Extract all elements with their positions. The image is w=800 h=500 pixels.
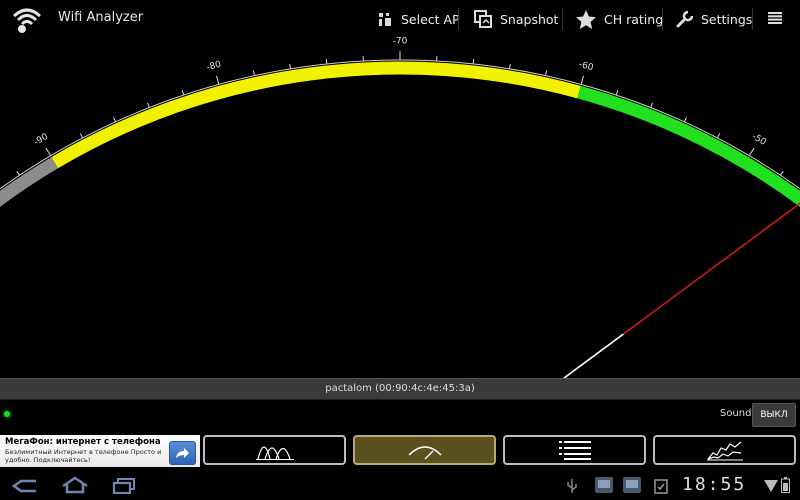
gauge-minor-tick <box>509 63 511 69</box>
gauge-tick-label: -60 <box>578 60 595 74</box>
channel-graph-icon <box>255 446 294 460</box>
tab-ap-list[interactable] <box>503 435 646 465</box>
ch-rating-label: CH rating <box>604 11 664 27</box>
gauge-minor-tick <box>325 58 328 64</box>
network-info-bar: pactalom (00:90:4c:4e:45:3a) <box>0 378 800 400</box>
star-icon <box>576 9 596 29</box>
ssid-label: pactalom (00:90:4c:4e:45:3a) <box>325 383 475 394</box>
divider <box>458 8 459 30</box>
battery-icon <box>781 477 790 493</box>
needle-tail <box>563 333 624 378</box>
share-arrow-icon <box>176 448 189 458</box>
ad-title: МегаФон: интернет с телефона <box>5 437 161 447</box>
gauge-zone-1 <box>51 61 581 169</box>
select-ap-icon <box>379 13 391 26</box>
gauge-minor-tick <box>289 63 291 69</box>
signal-meter-icon <box>408 446 441 460</box>
needle <box>622 202 800 335</box>
gauge-minor-tick <box>716 133 721 139</box>
tab-channel-graph[interactable] <box>203 435 346 465</box>
gauge-minor-tick <box>113 117 117 123</box>
divider <box>562 8 563 30</box>
clock: 18:55 <box>682 474 747 495</box>
gauge-tick-label: -80 <box>206 60 223 74</box>
snapshot-label: Snapshot <box>500 11 559 27</box>
gauge-minor-tick <box>779 170 784 176</box>
app-title: Wifi Analyzer <box>58 10 144 25</box>
recent-apps-icon[interactable] <box>112 478 136 494</box>
gauge-minor-tick <box>79 133 84 139</box>
notification-app-icon <box>595 477 613 493</box>
gauge-outer-arc <box>0 59 800 190</box>
sound-toggle-button[interactable]: ВЫКЛ <box>752 403 796 427</box>
settings-label: Settings <box>701 11 753 27</box>
tab-signal-meter[interactable] <box>353 435 496 465</box>
gauge-minor-tick <box>650 102 653 108</box>
usb-icon <box>567 479 577 493</box>
gauge-minor-tick <box>147 102 150 108</box>
gauge-minor-tick <box>683 117 687 123</box>
ad-text: Безлимитный Интернет в телефоне Просто и… <box>5 448 162 464</box>
ad-open-button[interactable] <box>169 441 196 465</box>
select-ap-label: Select AP <box>401 11 460 27</box>
activity-led <box>4 411 10 417</box>
divider <box>752 8 753 30</box>
time-graph-icon <box>706 441 743 461</box>
gauge-minor-tick <box>16 170 21 176</box>
gauge-tick-label: -50 <box>750 132 768 148</box>
gauge-tick-label: -70 <box>393 37 408 47</box>
gauge-minor-tick <box>615 90 619 96</box>
gauge-zone-2 <box>577 85 800 207</box>
gauge-major-tick <box>216 75 220 85</box>
gauge-major-tick <box>748 147 755 157</box>
wrench-icon <box>676 10 693 27</box>
gauge-minor-tick <box>472 58 475 64</box>
sound-label: Sound <box>720 408 752 419</box>
home-icon[interactable] <box>61 476 89 494</box>
gauge-minor-tick <box>252 70 255 76</box>
tab-time-graph[interactable] <box>653 435 796 465</box>
gauge-major-tick <box>580 75 584 85</box>
overflow-menu-icon[interactable] <box>768 12 782 24</box>
gauge-minor-tick <box>181 90 185 96</box>
ap-list-icon <box>558 441 591 460</box>
back-icon[interactable] <box>12 478 38 494</box>
gauge-minor-tick <box>545 70 548 76</box>
divider <box>662 8 663 30</box>
calendar-check-icon <box>654 479 668 494</box>
gauge-major-tick <box>45 147 52 157</box>
wifi-signal-icon <box>764 480 778 492</box>
snapshot-icon <box>474 10 492 28</box>
signal-gauge: -100-90-80-70-60-50-40dBm <box>0 37 800 378</box>
gauge-tick-label: -90 <box>32 132 50 148</box>
gauge-zone-0 <box>0 157 59 207</box>
notification-app-icon <box>623 477 641 493</box>
